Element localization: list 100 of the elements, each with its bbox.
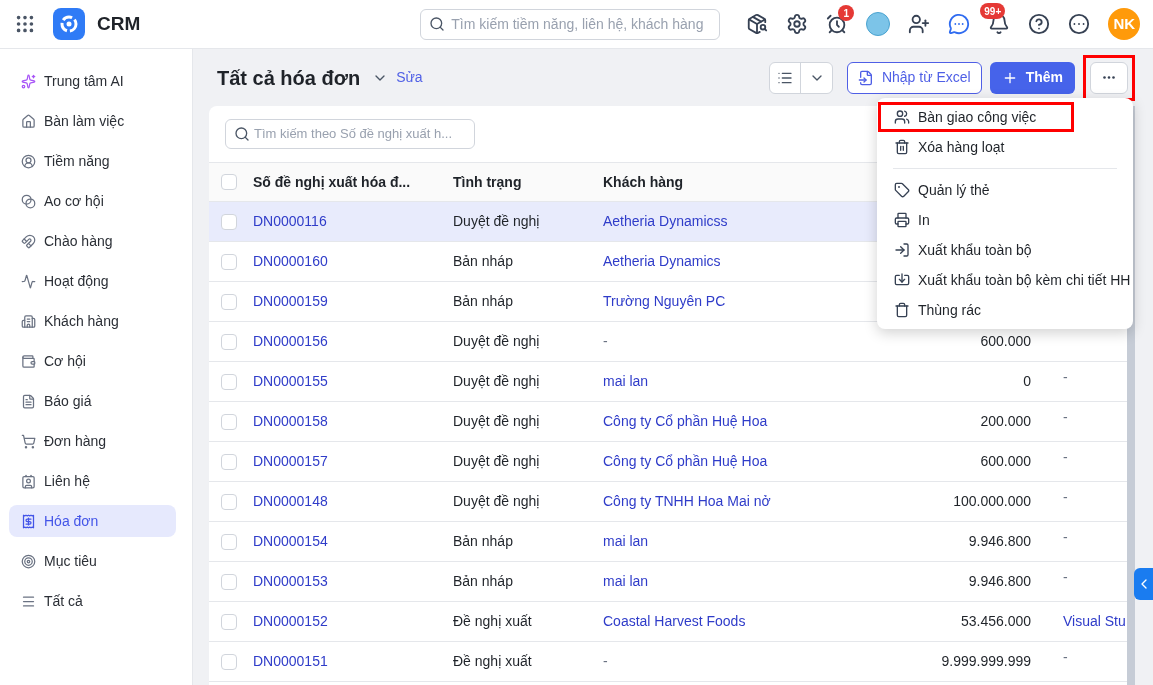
customer-link[interactable]: mai lan [603, 573, 649, 589]
status-cell-text: Bản nháp [453, 292, 514, 311]
add-user-icon[interactable] [908, 13, 931, 35]
invoice-number-link[interactable]: DN0000148 [253, 491, 453, 512]
amount-cell-text: 600.000 [980, 452, 1031, 471]
checkbox[interactable] [221, 213, 237, 230]
invoice-number-link[interactable]: DN0000153 [253, 571, 453, 592]
menu-icon [21, 593, 36, 609]
checkbox[interactable] [221, 493, 237, 510]
chat-icon[interactable] [948, 13, 971, 35]
box-search-icon[interactable] [746, 13, 769, 35]
menu-item[interactable]: In [878, 205, 941, 235]
checkbox[interactable] [221, 333, 237, 350]
checkbox[interactable] [221, 573, 237, 590]
customer-link[interactable]: Aetheria Dynamics [603, 253, 721, 269]
customer-link[interactable]: Công ty Cổ phần Huệ Hoa [603, 453, 768, 469]
empty-cell: - [1063, 489, 1068, 505]
add-button[interactable]: Thêm [989, 61, 1075, 94]
table-search-field[interactable]: Tìm kiếm theo Số đề nghị xuất h... [225, 119, 475, 149]
edit-link[interactable]: Sửa [396, 67, 423, 88]
more-button[interactable] [1090, 61, 1128, 94]
amount-cell-text: 0 [1023, 372, 1031, 391]
avatar[interactable] [866, 12, 891, 36]
checkbox[interactable] [221, 653, 237, 670]
menu-item[interactable]: Bàn giao công việc [878, 102, 1074, 132]
checkbox[interactable] [221, 413, 237, 430]
invoice-number-link[interactable]: DN0000154 [253, 531, 453, 552]
status-cell-text: Đề nghị xuất [453, 652, 533, 671]
printer-icon [894, 212, 910, 228]
sidebar-item[interactable]: Khách hàng [9, 305, 176, 337]
customer-link[interactable]: Aetheria Dynamicss [603, 213, 728, 229]
invoice-number-link[interactable]: DN0000156 [253, 331, 453, 352]
trash-icon [894, 302, 910, 318]
sidebar-item[interactable]: Tiềm năng [9, 145, 176, 177]
checkbox[interactable] [221, 533, 237, 550]
invoice-number-link[interactable]: DN0000116 [253, 211, 453, 232]
customer-link[interactable]: mai lan [603, 533, 649, 549]
sidebar-item[interactable]: Bàn làm việc [9, 105, 176, 137]
status-cell-text: Bản nháp [453, 572, 514, 591]
sidebar-item[interactable]: Tất cả [9, 585, 176, 617]
checkbox[interactable] [221, 253, 237, 270]
logo-icon [53, 8, 85, 40]
invoice-number-link[interactable]: DN0000157 [253, 451, 453, 472]
invoice-number-link[interactable]: DN0000151 [253, 651, 453, 672]
export-icon [894, 242, 910, 258]
invoice-number-link[interactable]: DN0000160 [253, 251, 453, 272]
sidebar-item[interactable]: Hóa đơn [9, 505, 176, 537]
empty-cell: - [1063, 649, 1068, 665]
customer-link[interactable]: Coastal Harvest Foods [603, 613, 746, 629]
notification-badge: 1 [838, 5, 855, 21]
amount-cell-text: 600.000 [980, 332, 1031, 351]
amount-cell-text: 9.946.800 [968, 572, 1031, 591]
sidebar-item[interactable]: Chào hàng [9, 225, 176, 257]
search-field[interactable]: Tìm kiếm tiềm năng, liên hệ, khách hàng [420, 8, 721, 40]
help-icon[interactable] [1028, 13, 1051, 35]
page-title: Tất cả hóa đơn [217, 65, 361, 91]
customer-link[interactable]: mai lan [603, 373, 649, 389]
menu-item[interactable]: Xóa hàng loạt [878, 132, 1016, 162]
status-cell-text: Duyệt đề nghị [453, 412, 541, 431]
empty-cell: - [1063, 569, 1068, 585]
checkbox[interactable] [221, 174, 237, 190]
sidebar-item[interactable]: Trung tâm AI [9, 65, 176, 97]
menu-item[interactable]: Thùng rác [878, 295, 993, 325]
link[interactable]: Visual Stu [1063, 613, 1126, 629]
sidebar-item[interactable]: Ao cơ hội [9, 185, 176, 217]
sidebar-item[interactable]: Liên hệ [9, 465, 176, 497]
sidebar-item[interactable]: Đơn hàng [9, 425, 176, 457]
menu-item[interactable]: Quản lý thẻ [878, 175, 1001, 205]
collapse-tab[interactable] [1134, 568, 1153, 600]
checkbox[interactable] [221, 373, 237, 390]
invoice-number-link[interactable]: DN0000152 [253, 611, 453, 632]
checkbox[interactable] [221, 293, 237, 310]
apps-grid-icon[interactable] [14, 13, 36, 35]
settings-icon[interactable] [786, 13, 809, 35]
contact-card-icon [21, 473, 36, 489]
status-cell-text: Bản nháp [453, 532, 514, 551]
search-icon [234, 126, 250, 142]
import-button[interactable]: Nhập từ Excel [846, 61, 982, 94]
sidebar-item[interactable]: Mục tiêu [9, 545, 176, 577]
invoice-number-link[interactable]: DN0000159 [253, 291, 453, 312]
checkbox[interactable] [221, 453, 237, 470]
view-switcher[interactable] [768, 61, 833, 94]
invoice-number-link[interactable]: DN0000158 [253, 411, 453, 432]
sidebar-item[interactable]: Báo giá [9, 385, 176, 417]
empty-cell: - [1063, 409, 1068, 425]
customer-link[interactable]: Công ty TNHH Hoa Mai nở [603, 493, 771, 509]
target-icon [21, 553, 36, 569]
cart-icon [21, 433, 36, 449]
invoice-number-link[interactable]: DN0000155 [253, 371, 453, 392]
sidebar-item[interactable]: Cơ hội [9, 345, 176, 377]
tag-icon [894, 182, 910, 198]
export-icon [894, 272, 910, 288]
customer-link[interactable]: Công ty Cổ phần Huệ Hoa [603, 413, 768, 429]
sidebar-item[interactable]: Hoạt động [9, 265, 176, 297]
customer-link[interactable]: Trường Nguyên PC [603, 293, 726, 309]
amount-cell-text: 9.946.800 [968, 532, 1031, 551]
more-icon[interactable] [1068, 13, 1091, 35]
customer-cell: - [603, 333, 608, 349]
checkbox[interactable] [221, 613, 237, 630]
status-cell-text: Duyệt đề nghị [453, 492, 541, 511]
